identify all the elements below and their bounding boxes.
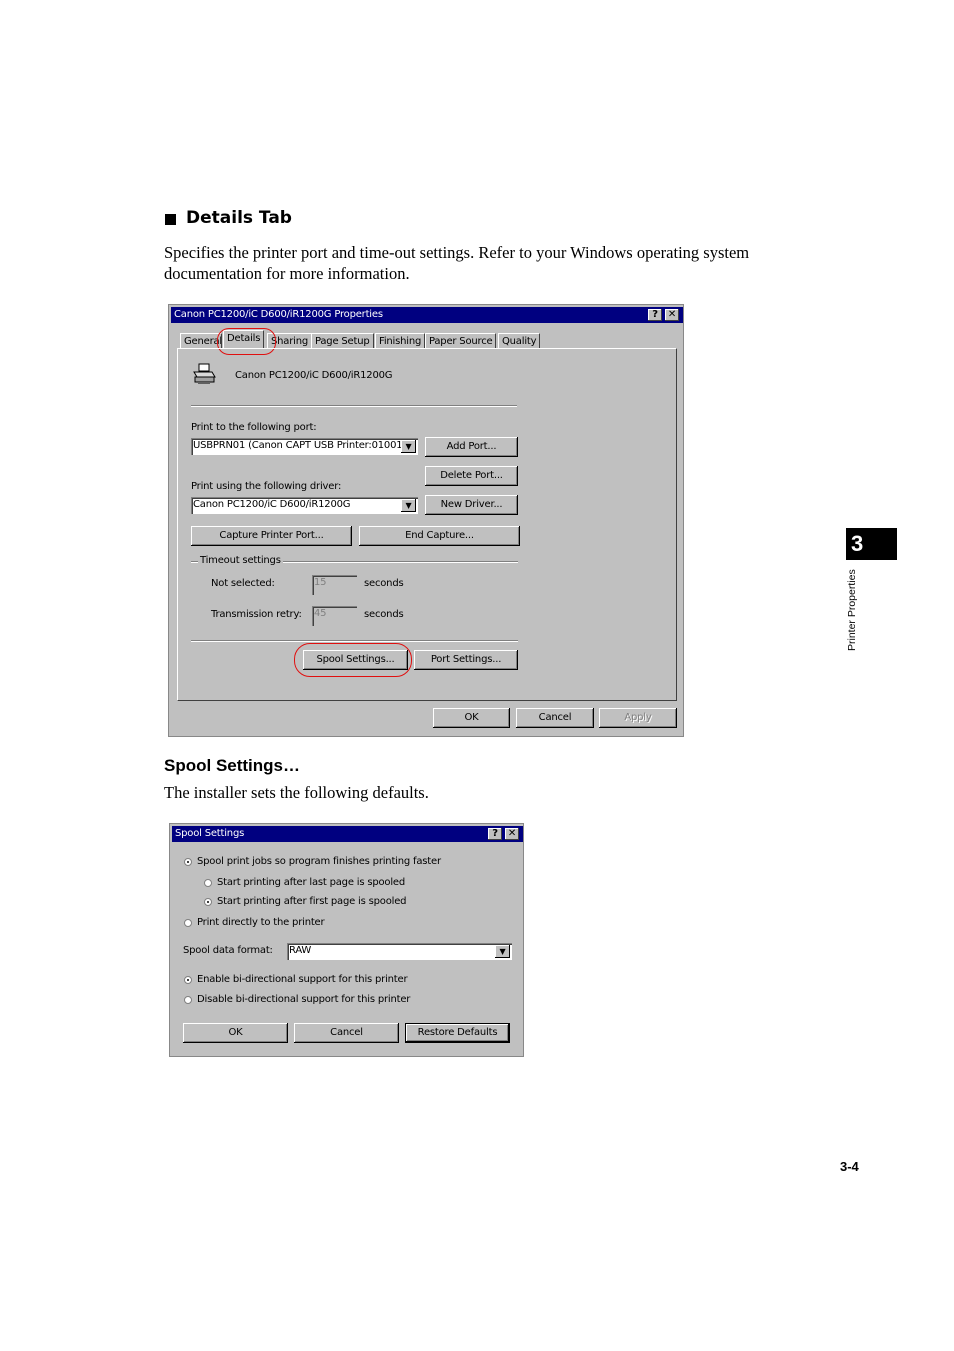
end-capture-button[interactable]: End Capture... [359, 526, 520, 546]
properties-dialog: Canon PC1200/iC D600/iR1200G Properties … [168, 304, 684, 737]
delete-port-button[interactable]: Delete Port... [425, 466, 518, 486]
divider-bottom [191, 640, 518, 642]
not-selected-label: Not selected: [211, 578, 275, 589]
spool-settings-highlight [294, 643, 412, 677]
help-button[interactable]: ? [488, 828, 502, 840]
radio-spool[interactable] [184, 858, 192, 866]
radio-enable-bidi[interactable] [184, 976, 192, 984]
driver-select[interactable]: Canon PC1200/iC D600/iR1200G [191, 497, 418, 514]
chapter-number: 3 [851, 531, 864, 556]
port-label: Print to the following port: [191, 422, 317, 433]
properties-title: Canon PC1200/iC D600/iR1200G Properties [174, 309, 383, 320]
radio-first-page[interactable] [204, 898, 212, 906]
help-button[interactable]: ? [648, 309, 662, 321]
cancel-button[interactable]: Cancel [294, 1023, 399, 1043]
heading-bullet [165, 214, 176, 225]
tab-page-setup[interactable]: Page Setup [311, 333, 374, 349]
driver-label: Print using the following driver: [191, 481, 342, 492]
chapter-tab: 3 [846, 528, 897, 560]
not-selected-field[interactable]: 15 [312, 575, 357, 595]
radio-direct[interactable] [184, 919, 192, 927]
page-number: 3-4 [840, 1159, 859, 1174]
port-settings-button[interactable]: Port Settings... [414, 650, 518, 670]
port-value: USBPRN01 (Canon CAPT USB Printer:01001 [193, 440, 403, 451]
chapter-title: Printer Properties [846, 569, 858, 651]
section-description: Specifies the printer port and time-out … [164, 243, 750, 283]
radio-disable-bidi-label: Disable bi-directional support for this … [197, 994, 411, 1005]
radio-last-page[interactable] [204, 879, 212, 887]
not-selected-unit: seconds [364, 578, 404, 589]
port-select[interactable]: USBPRN01 (Canon CAPT USB Printer:01001 [191, 438, 418, 455]
ok-button[interactable]: OK [433, 708, 510, 728]
details-panel [177, 348, 677, 701]
properties-titlebar: Canon PC1200/iC D600/iR1200G Properties [171, 307, 683, 323]
radio-first-page-label: Start printing after first page is spool… [217, 896, 407, 907]
spool-description: The installer sets the following default… [164, 783, 429, 802]
printer-icon [192, 363, 216, 385]
format-value: RAW [289, 945, 312, 956]
add-port-button[interactable]: Add Port... [425, 437, 518, 457]
spool-dialog: Spool Settings ? ✕ Spool print jobs so p… [169, 823, 524, 1057]
driver-dropdown-arrow[interactable]: ▼ [401, 499, 416, 512]
radio-last-page-label: Start printing after last page is spoole… [217, 877, 405, 888]
radio-spool-label: Spool print jobs so program finishes pri… [197, 856, 441, 867]
tab-paper-source[interactable]: Paper Source [425, 333, 497, 349]
spool-title: Spool Settings [175, 828, 245, 839]
tab-finishing[interactable]: Finishing [375, 333, 426, 349]
apply-button[interactable]: Apply [599, 708, 677, 728]
tab-quality[interactable]: Quality [498, 333, 541, 349]
cancel-button[interactable]: Cancel [516, 708, 594, 728]
format-select[interactable]: RAW [287, 943, 512, 960]
tab-general[interactable]: General [180, 333, 222, 349]
retry-unit: seconds [364, 609, 404, 620]
ok-button[interactable]: OK [183, 1023, 288, 1043]
timeout-group-label: Timeout settings [198, 555, 283, 566]
close-button[interactable]: ✕ [665, 309, 679, 321]
format-label: Spool data format: [183, 945, 273, 956]
restore-defaults-button[interactable]: Restore Defaults [405, 1023, 510, 1043]
retry-label: Transmission retry: [211, 609, 302, 620]
port-dropdown-arrow[interactable]: ▼ [401, 440, 416, 453]
driver-value: Canon PC1200/iC D600/iR1200G [193, 499, 351, 510]
section-heading: Details Tab [186, 208, 292, 228]
divider [191, 405, 517, 407]
radio-disable-bidi[interactable] [184, 996, 192, 1004]
radio-direct-label: Print directly to the printer [197, 917, 325, 928]
capture-port-button[interactable]: Capture Printer Port... [191, 526, 352, 546]
spool-heading: Spool Settings… [164, 756, 300, 775]
printer-name: Canon PC1200/iC D600/iR1200G [235, 370, 393, 381]
new-driver-button[interactable]: New Driver... [425, 495, 518, 515]
close-button[interactable]: ✕ [505, 828, 519, 840]
format-dropdown-arrow[interactable]: ▼ [495, 945, 510, 958]
radio-enable-bidi-label: Enable bi-directional support for this p… [197, 974, 408, 985]
spool-titlebar: Spool Settings [172, 826, 523, 842]
retry-field[interactable]: 45 [312, 606, 357, 626]
